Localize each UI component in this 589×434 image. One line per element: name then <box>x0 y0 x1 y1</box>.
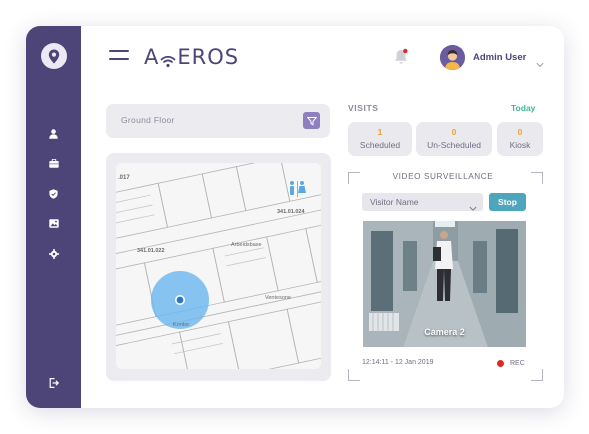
stat-label: Scheduled <box>359 140 401 150</box>
sidebar <box>26 26 81 408</box>
stat-label: Kiosk <box>509 140 531 150</box>
wifi-icon <box>160 50 176 68</box>
briefcase-icon[interactable] <box>47 157 60 170</box>
camera-timestamp: 12:14:11 - 12 Jan 2019 <box>362 359 434 366</box>
frame-corner <box>348 172 360 184</box>
visits-title: VISITS <box>348 103 379 113</box>
gear-icon[interactable] <box>47 247 60 260</box>
floor-select-value: Ground Floor <box>121 115 175 125</box>
floor-select[interactable]: Ground Floor <box>106 104 330 138</box>
user-name[interactable]: Admin User <box>473 52 526 63</box>
filter-icon[interactable] <box>303 112 320 129</box>
stat-kiosk[interactable]: 0 Kiosk <box>497 122 543 156</box>
bell-notification-icon[interactable] <box>393 48 409 66</box>
stop-button[interactable]: Stop <box>489 193 526 211</box>
floor-map-card: .017 341.01.022 Arbeidsbase 341.01.024 V… <box>106 153 331 381</box>
frame-corner <box>531 369 543 381</box>
user-icon[interactable] <box>47 127 60 140</box>
notification-dot <box>403 48 408 54</box>
map-label-room-a: 341.01.022 <box>137 248 165 254</box>
video-surveillance-title: VIDEO SURVEILLANCE <box>392 172 494 181</box>
stat-count: 0 <box>517 127 523 137</box>
image-icon[interactable] <box>47 217 60 230</box>
chevron-down-icon <box>469 199 477 211</box>
app-window: A EROS Admin User Ground Floor .017 341.… <box>26 26 564 408</box>
floor-map[interactable]: .017 341.01.022 Arbeidsbase 341.01.024 V… <box>116 163 321 369</box>
location-dot[interactable] <box>176 296 184 304</box>
avatar[interactable] <box>440 45 465 70</box>
map-label-room-d: Ventesone <box>265 295 291 301</box>
frame-corner <box>348 369 360 381</box>
stat-count: 1 <box>377 127 383 137</box>
map-label-room-c: 341.01.024 <box>277 209 305 215</box>
stat-unscheduled[interactable]: 0 Un-Scheduled <box>416 122 492 156</box>
camera-feed[interactable]: Camera 2 <box>363 221 526 347</box>
camera-name: Camera 2 <box>424 327 465 337</box>
map-label-top-left: .017 <box>118 175 130 181</box>
recording-label: REC <box>510 360 525 367</box>
location-pin-logo-icon[interactable] <box>41 43 67 69</box>
recording-dot-icon <box>497 360 504 367</box>
floor-plan-drawing <box>116 163 321 369</box>
brand-text-right: EROS <box>177 45 240 69</box>
visitor-select-value: Visitor Name <box>370 197 419 207</box>
brand-text-left: A <box>144 45 160 69</box>
frame-corner <box>531 172 543 184</box>
visits-period[interactable]: Today <box>511 103 535 113</box>
chevron-down-icon[interactable] <box>536 55 544 68</box>
stat-count: 0 <box>451 127 457 137</box>
stat-scheduled[interactable]: 1 Scheduled <box>348 122 412 156</box>
logout-icon[interactable] <box>47 376 60 389</box>
stat-label: Un-Scheduled <box>427 140 481 150</box>
hamburger-menu-icon[interactable] <box>109 50 129 62</box>
visitor-name-select[interactable]: Visitor Name <box>362 193 483 211</box>
brand-logo: A EROS <box>144 43 239 71</box>
map-label-room-b: Arbeidsbase <box>231 242 262 248</box>
shield-icon[interactable] <box>47 187 60 200</box>
map-label-room-e: Kontor <box>173 322 190 328</box>
